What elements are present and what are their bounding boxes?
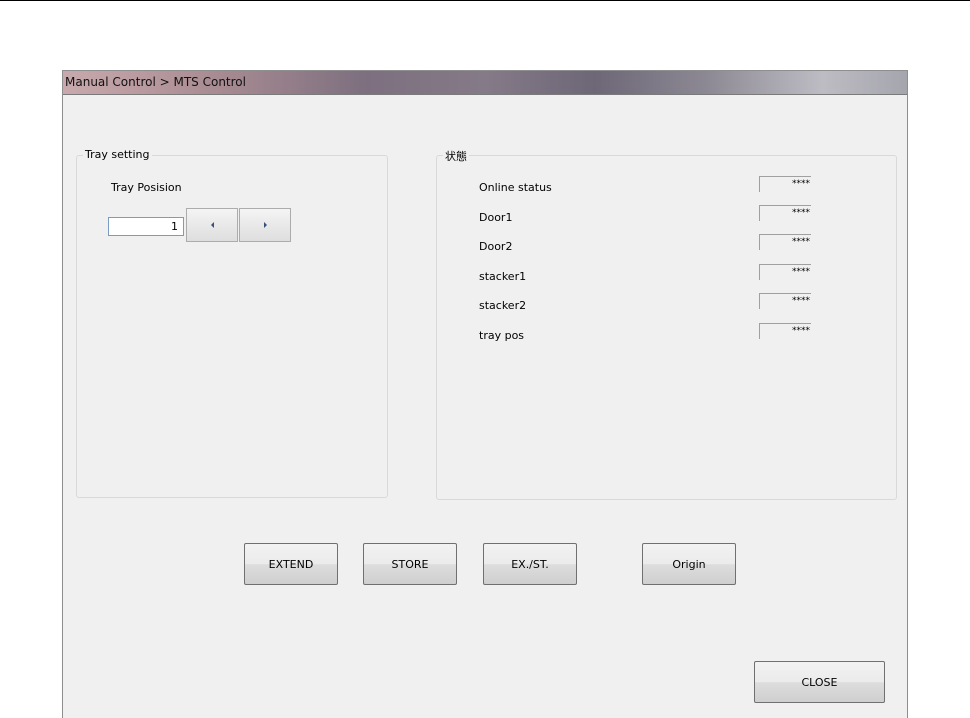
status-value-stacker2: **** [759, 293, 811, 309]
tray-position-input[interactable]: 1 [108, 217, 184, 236]
status-value-tray-pos: **** [759, 323, 811, 339]
status-group: 状態 [436, 148, 897, 500]
status-label-stacker1: stacker1 [479, 270, 527, 283]
title-bar[interactable]: Manual Control > MTS Control [63, 71, 907, 95]
origin-button[interactable]: Origin [642, 543, 736, 585]
tray-position-label: Tray Posision [111, 181, 182, 194]
triangle-left-icon [210, 222, 214, 228]
extend-button[interactable]: EXTEND [244, 543, 338, 585]
tray-setting-title: Tray setting [83, 148, 152, 161]
mts-control-window: Manual Control > MTS Control Tray settin… [62, 70, 908, 718]
page-top-rule [0, 0, 970, 1]
ex-st-button[interactable]: EX./ST. [483, 543, 577, 585]
tray-position-prev-button[interactable] [186, 208, 238, 242]
status-value-door1: **** [759, 205, 811, 221]
status-label-tray-pos: tray pos [479, 329, 525, 342]
store-button[interactable]: STORE [363, 543, 457, 585]
status-value-online: **** [759, 176, 811, 192]
status-label-door2: Door2 [479, 240, 513, 253]
status-value-stacker1: **** [759, 264, 811, 280]
window-title: Manual Control > MTS Control [65, 75, 246, 89]
close-button[interactable]: CLOSE [754, 661, 885, 703]
tray-setting-group: Tray setting [76, 148, 388, 498]
triangle-right-icon [263, 222, 267, 228]
status-value-door2: **** [759, 234, 811, 250]
status-label-online: Online status [479, 181, 552, 194]
tray-position-next-button[interactable] [239, 208, 291, 242]
status-group-title: 状態 [443, 148, 469, 164]
status-label-stacker2: stacker2 [479, 299, 527, 312]
status-label-door1: Door1 [479, 211, 513, 224]
